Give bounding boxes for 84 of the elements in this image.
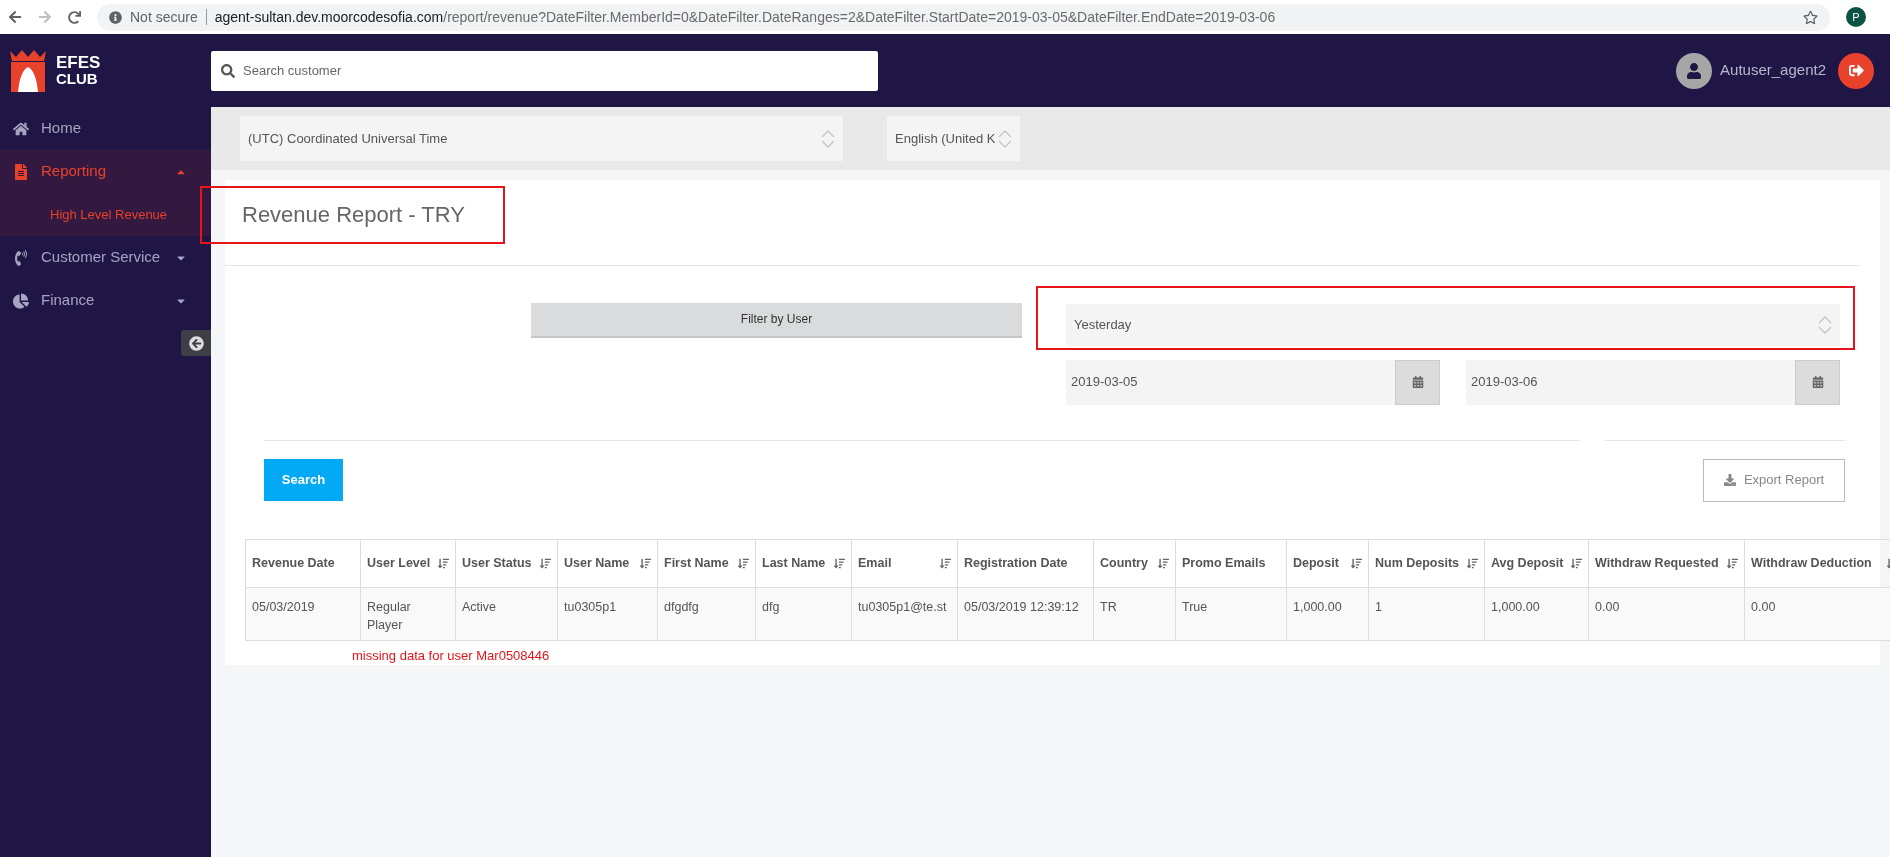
table-cell: 05/03/2019 12:39:12 bbox=[957, 587, 1094, 640]
table-cell: 05/03/2019 bbox=[245, 587, 361, 640]
table-cell: dfgdfg bbox=[657, 587, 756, 640]
back-icon[interactable] bbox=[8, 10, 22, 24]
up-down-arrows-icon bbox=[1818, 314, 1832, 335]
pie-chart-icon bbox=[13, 292, 29, 309]
reload-icon[interactable] bbox=[68, 10, 81, 24]
profile-avatar[interactable]: P bbox=[1846, 7, 1866, 27]
column-header[interactable]: User Level bbox=[360, 539, 456, 587]
download-icon bbox=[1723, 474, 1736, 486]
table-cell: 0.00 bbox=[1588, 587, 1745, 640]
phone-icon bbox=[13, 249, 29, 266]
column-header[interactable]: Email bbox=[851, 539, 958, 587]
column-header[interactable]: User Name bbox=[557, 539, 658, 587]
table-cell: Active bbox=[455, 587, 558, 640]
sort-icon[interactable] bbox=[940, 557, 951, 569]
date-field[interactable]: 2019-03-05 bbox=[1066, 359, 1440, 405]
logout-button[interactable] bbox=[1838, 52, 1874, 89]
table-cell: dfg bbox=[755, 587, 852, 640]
column-header[interactable]: First Name bbox=[657, 539, 756, 587]
home-icon bbox=[13, 120, 29, 137]
sidebar-item[interactable]: Home bbox=[0, 107, 211, 150]
security-label: Not secure bbox=[130, 7, 198, 27]
logout-icon bbox=[1848, 63, 1864, 78]
user-icon bbox=[1686, 62, 1703, 79]
page-title: Revenue Report - TRY bbox=[242, 201, 465, 230]
table-cell: True bbox=[1175, 587, 1287, 640]
document-icon bbox=[13, 163, 29, 180]
sort-icon[interactable] bbox=[1727, 557, 1738, 569]
annotation-note: missing data for user Mar0508446 bbox=[352, 646, 551, 665]
calendar-icon bbox=[1811, 376, 1824, 388]
table-cell: 1,000.00 bbox=[1286, 587, 1369, 640]
table-cell: Regular Player bbox=[360, 587, 456, 640]
search-field[interactable]: Search customer bbox=[211, 50, 878, 91]
url-host: agent-sultan.dev.moorcodesofia.com bbox=[214, 7, 444, 27]
sort-icon[interactable] bbox=[1571, 557, 1582, 569]
arrow-left-icon bbox=[188, 335, 204, 351]
table-cell: 1 bbox=[1368, 587, 1485, 640]
language-select[interactable]: English (United K bbox=[887, 116, 1020, 161]
timezone-select[interactable]: (UTC) Coordinated Universal Time bbox=[240, 116, 843, 161]
sidebar-item[interactable]: Finance bbox=[0, 279, 211, 322]
calendar-icon bbox=[1411, 376, 1424, 388]
url-path: /report/revenue?DateFilter.MemberId=0&DateFilter.DateRanges=2&DateFilter.StartDate=2019-03-05&DateFilter.EndDate=2019-03-06 bbox=[443, 7, 1276, 27]
address-bar[interactable]: Not secure agent-sultan.dev.moorcodesofia.com/report/revenue?DateFilter.MemberId=0&DateFilter.DateRanges=2&DateFilter.StartDate=2019-03-05&DateFilter.EndDate=2019-03-06 bbox=[97, 3, 1830, 31]
filter-by-user-button[interactable]: Filter by User bbox=[531, 302, 1022, 338]
column-header[interactable]: Promo Emails bbox=[1175, 539, 1287, 587]
sort-icon[interactable] bbox=[1467, 557, 1478, 569]
sort-icon[interactable] bbox=[738, 557, 749, 569]
info-icon bbox=[109, 10, 122, 24]
up-down-arrows-icon bbox=[821, 128, 835, 149]
table-cell: tu0305p1@te.st bbox=[851, 587, 958, 640]
star-icon[interactable] bbox=[1803, 9, 1818, 25]
table-cell: 1,000.00 bbox=[1484, 587, 1589, 640]
column-header[interactable]: Revenue Date bbox=[245, 539, 361, 587]
logo-text: EFES CLUB bbox=[56, 54, 101, 87]
sort-icon[interactable] bbox=[1158, 557, 1169, 569]
export-report-button[interactable]: Export Report bbox=[1703, 458, 1845, 502]
column-header[interactable]: User Status bbox=[455, 539, 558, 587]
sort-icon[interactable] bbox=[438, 557, 449, 569]
column-header[interactable]: Country bbox=[1093, 539, 1176, 587]
sort-icon[interactable] bbox=[640, 557, 651, 569]
calendar-button[interactable] bbox=[1395, 359, 1440, 405]
column-header[interactable]: Avg Deposit bbox=[1484, 539, 1589, 587]
column-header[interactable]: Last Name bbox=[755, 539, 852, 587]
column-header[interactable]: Registration Date bbox=[957, 539, 1094, 587]
column-header[interactable]: Withdraw Requested bbox=[1588, 539, 1745, 587]
column-header[interactable]: Deposit bbox=[1286, 539, 1369, 587]
date-field[interactable]: 2019-03-06 bbox=[1466, 359, 1840, 405]
user-avatar[interactable] bbox=[1676, 52, 1713, 89]
collapse-sidebar-button[interactable] bbox=[181, 330, 211, 356]
calendar-button[interactable] bbox=[1795, 359, 1840, 405]
sidebar-item[interactable]: Customer Service bbox=[0, 236, 211, 279]
sort-icon[interactable] bbox=[540, 557, 551, 569]
sort-icon[interactable] bbox=[834, 557, 845, 569]
sidebar-subitem[interactable]: High Level Revenue bbox=[0, 193, 211, 236]
up-down-arrows-icon bbox=[998, 128, 1012, 149]
column-header[interactable]: Num Deposits bbox=[1368, 539, 1485, 587]
date-range-select[interactable]: Yesterday bbox=[1066, 303, 1840, 346]
username: Autuser_agent2 bbox=[1720, 60, 1826, 81]
table-cell: tu0305p1 bbox=[557, 587, 658, 640]
sort-icon[interactable] bbox=[1351, 557, 1362, 569]
column-header[interactable]: Withdraw Deduction bbox=[1744, 539, 1890, 587]
search-icon bbox=[221, 63, 235, 78]
table-cell: TR bbox=[1093, 587, 1176, 640]
